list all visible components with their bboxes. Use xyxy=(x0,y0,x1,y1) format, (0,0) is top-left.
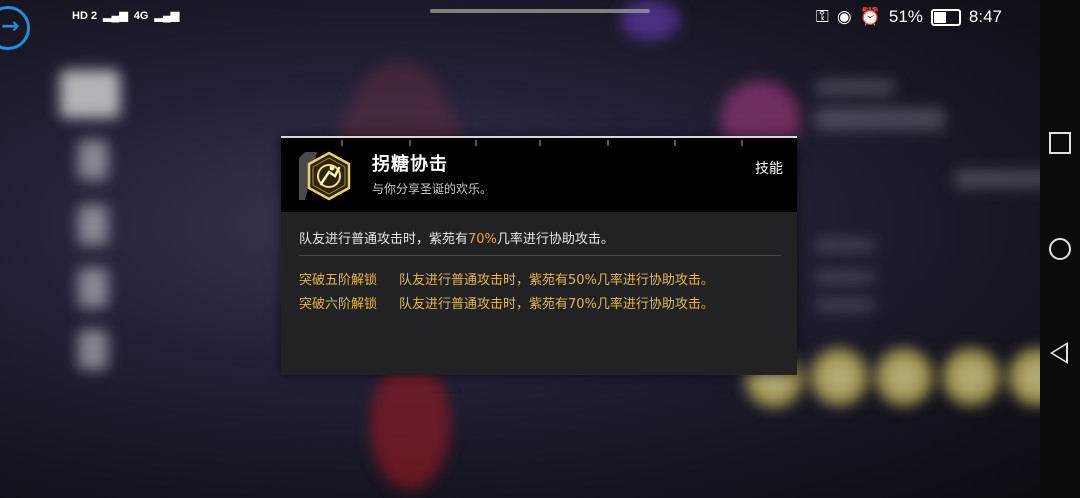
description-text: 队友进行普通攻击时，紫苑有 xyxy=(299,232,469,247)
status-left: HD 2 ▂▄▆ 4G ▂▄▆ xyxy=(72,9,180,23)
clock: 8:47 xyxy=(968,7,1002,26)
skill-emblem-icon xyxy=(299,151,351,201)
recents-button[interactable] xyxy=(1049,132,1071,154)
unlock-tag: 突破五阶解锁 xyxy=(299,273,378,288)
divider xyxy=(299,255,781,256)
eye-icon: ◉ xyxy=(836,7,852,26)
alarm-icon: ⏰ xyxy=(859,7,881,26)
system-nav-bar xyxy=(1040,0,1080,498)
status-right: ⚿ ◉ ⏰ 51% 8:47 xyxy=(816,7,1002,27)
unlock-text: 队友进行普通攻击时，紫苑有50%几率进行协助攻击。 xyxy=(399,273,714,288)
hd-indicator: HD 2 xyxy=(72,9,98,22)
unlock-text: 队友进行普通攻击时，紫苑有70%几率进行协助攻击。 xyxy=(399,297,714,312)
battery-percent: 51% xyxy=(888,7,923,26)
notch-indicator xyxy=(430,9,650,13)
unlock-row: 突破五阶解锁 队友进行普通攻击时，紫苑有50%几率进行协助攻击。 xyxy=(299,269,714,288)
skill-type-label: 技能 xyxy=(755,161,783,177)
skill-subtitle: 与你分享圣诞的欢乐。 xyxy=(372,182,493,196)
battery-icon xyxy=(930,8,961,26)
key-icon: ⚿ xyxy=(815,7,829,26)
description-text: 几率进行协助攻击。 xyxy=(496,232,614,247)
signal-icon: ▂▄▆ xyxy=(103,10,128,22)
network-label: 4G xyxy=(133,9,149,22)
skill-name: 拐糖协击 xyxy=(372,154,448,175)
description-value: 70% xyxy=(468,232,497,247)
skill-description: 队友进行普通攻击时，紫苑有70%几率进行协助攻击。 xyxy=(299,228,614,247)
status-bar: HD 2 ▂▄▆ 4G ▂▄▆ ⚿ ◉ ⏰ 51% 8:47 xyxy=(0,0,1040,36)
home-button[interactable] xyxy=(1049,238,1071,260)
nav-back-button[interactable] xyxy=(1050,342,1068,364)
skill-detail-popup[interactable]: 拐糖协击 与你分享圣诞的欢乐。 技能 队友进行普通攻击时，紫苑有70%几率进行协… xyxy=(281,136,797,375)
signal-icon: ▂▄▆ xyxy=(154,10,180,22)
popup-header: 拐糖协击 与你分享圣诞的欢乐。 技能 xyxy=(281,136,797,212)
unlock-row: 突破六阶解锁 队友进行普通攻击时，紫苑有70%几率进行协助攻击。 xyxy=(299,293,714,312)
unlock-tag: 突破六阶解锁 xyxy=(299,297,378,312)
header-ticks xyxy=(281,140,797,148)
